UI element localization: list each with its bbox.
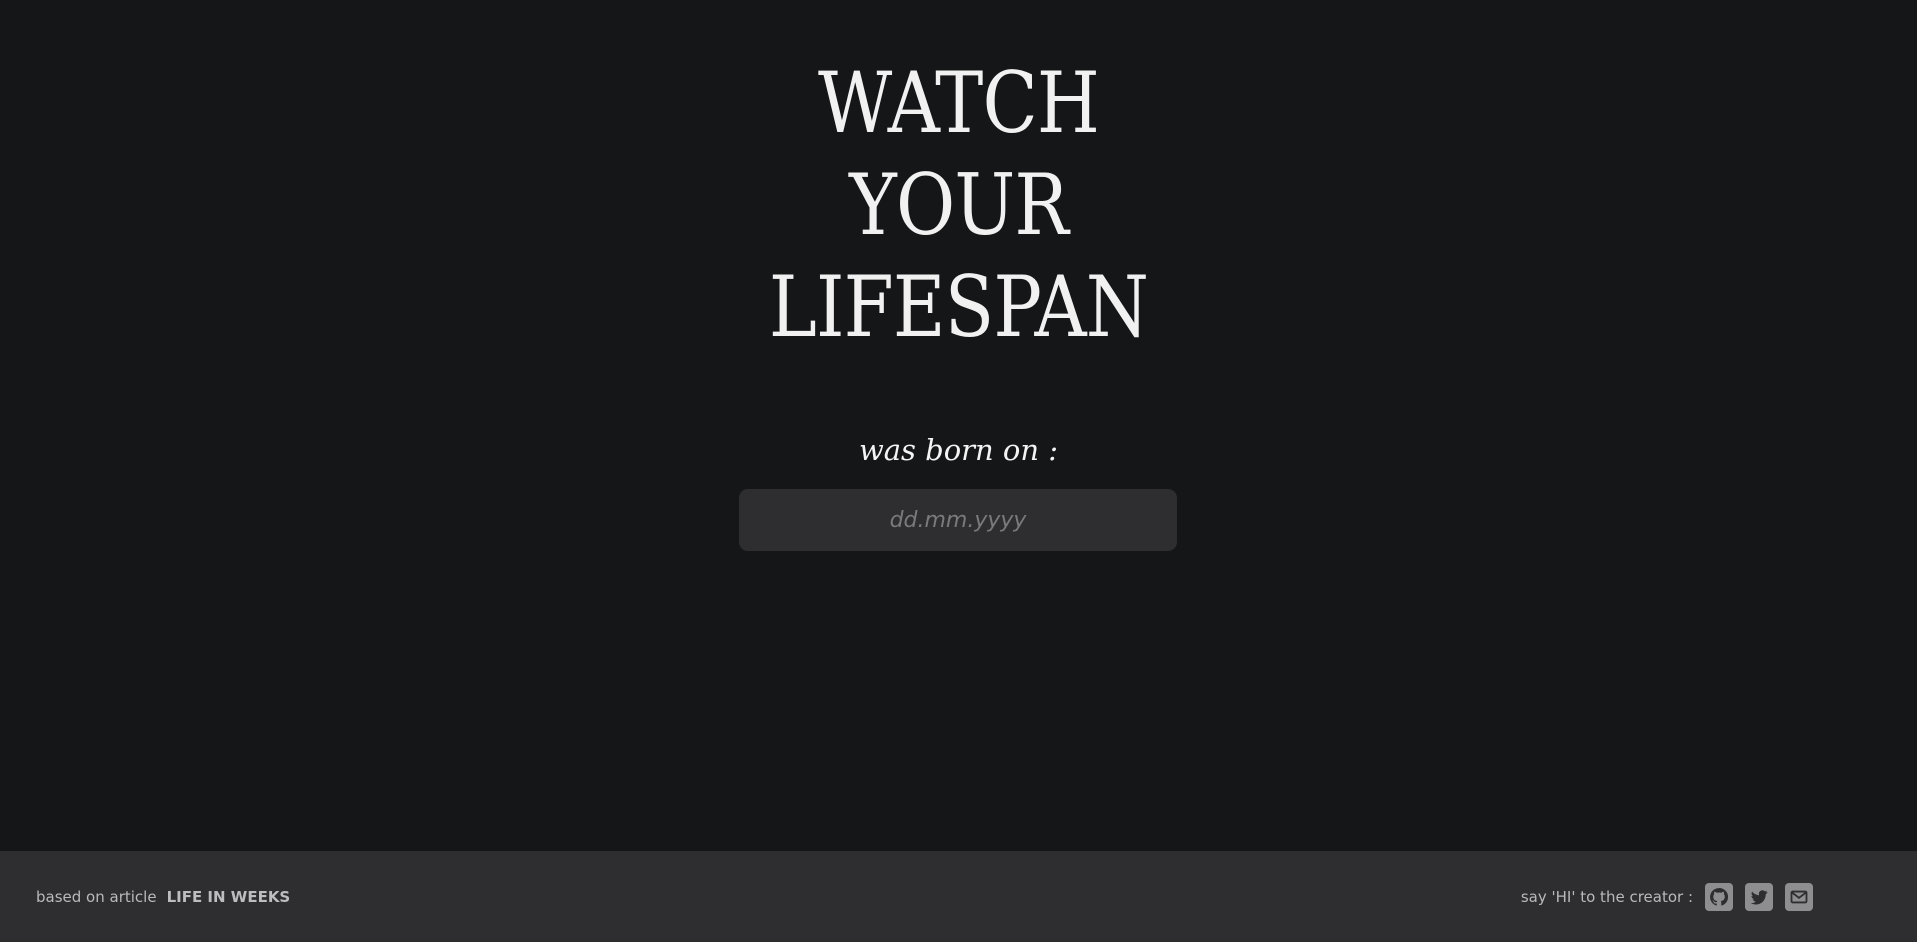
twitter-icon[interactable] — [1745, 882, 1773, 911]
title-line-watch: WATCH — [817, 54, 1100, 152]
title-line-your: YOUR — [849, 156, 1069, 254]
based-on-text: based on article — [36, 887, 157, 906]
github-icon[interactable] — [1705, 882, 1733, 911]
footer-credit: based on article LIFE IN WEEKS — [36, 851, 290, 942]
footer-contact: say 'HI' to the creator : — [1521, 851, 1813, 942]
footer: based on article LIFE IN WEEKS say 'HI' … — [0, 851, 1917, 942]
birth-date-input[interactable] — [739, 489, 1177, 551]
say-hi-text: say 'HI' to the creator : — [1520, 887, 1693, 906]
mail-icon[interactable] — [1785, 882, 1813, 911]
page: WATCH YOUR LIFESPAN was born on : based … — [0, 0, 1917, 942]
hero: WATCH YOUR LIFESPAN — [0, 52, 1917, 358]
born-on-label: was born on : — [858, 433, 1059, 467]
title-line-lifespan: LIFESPAN — [768, 258, 1149, 356]
life-in-weeks-link[interactable]: LIFE IN WEEKS — [167, 888, 291, 906]
